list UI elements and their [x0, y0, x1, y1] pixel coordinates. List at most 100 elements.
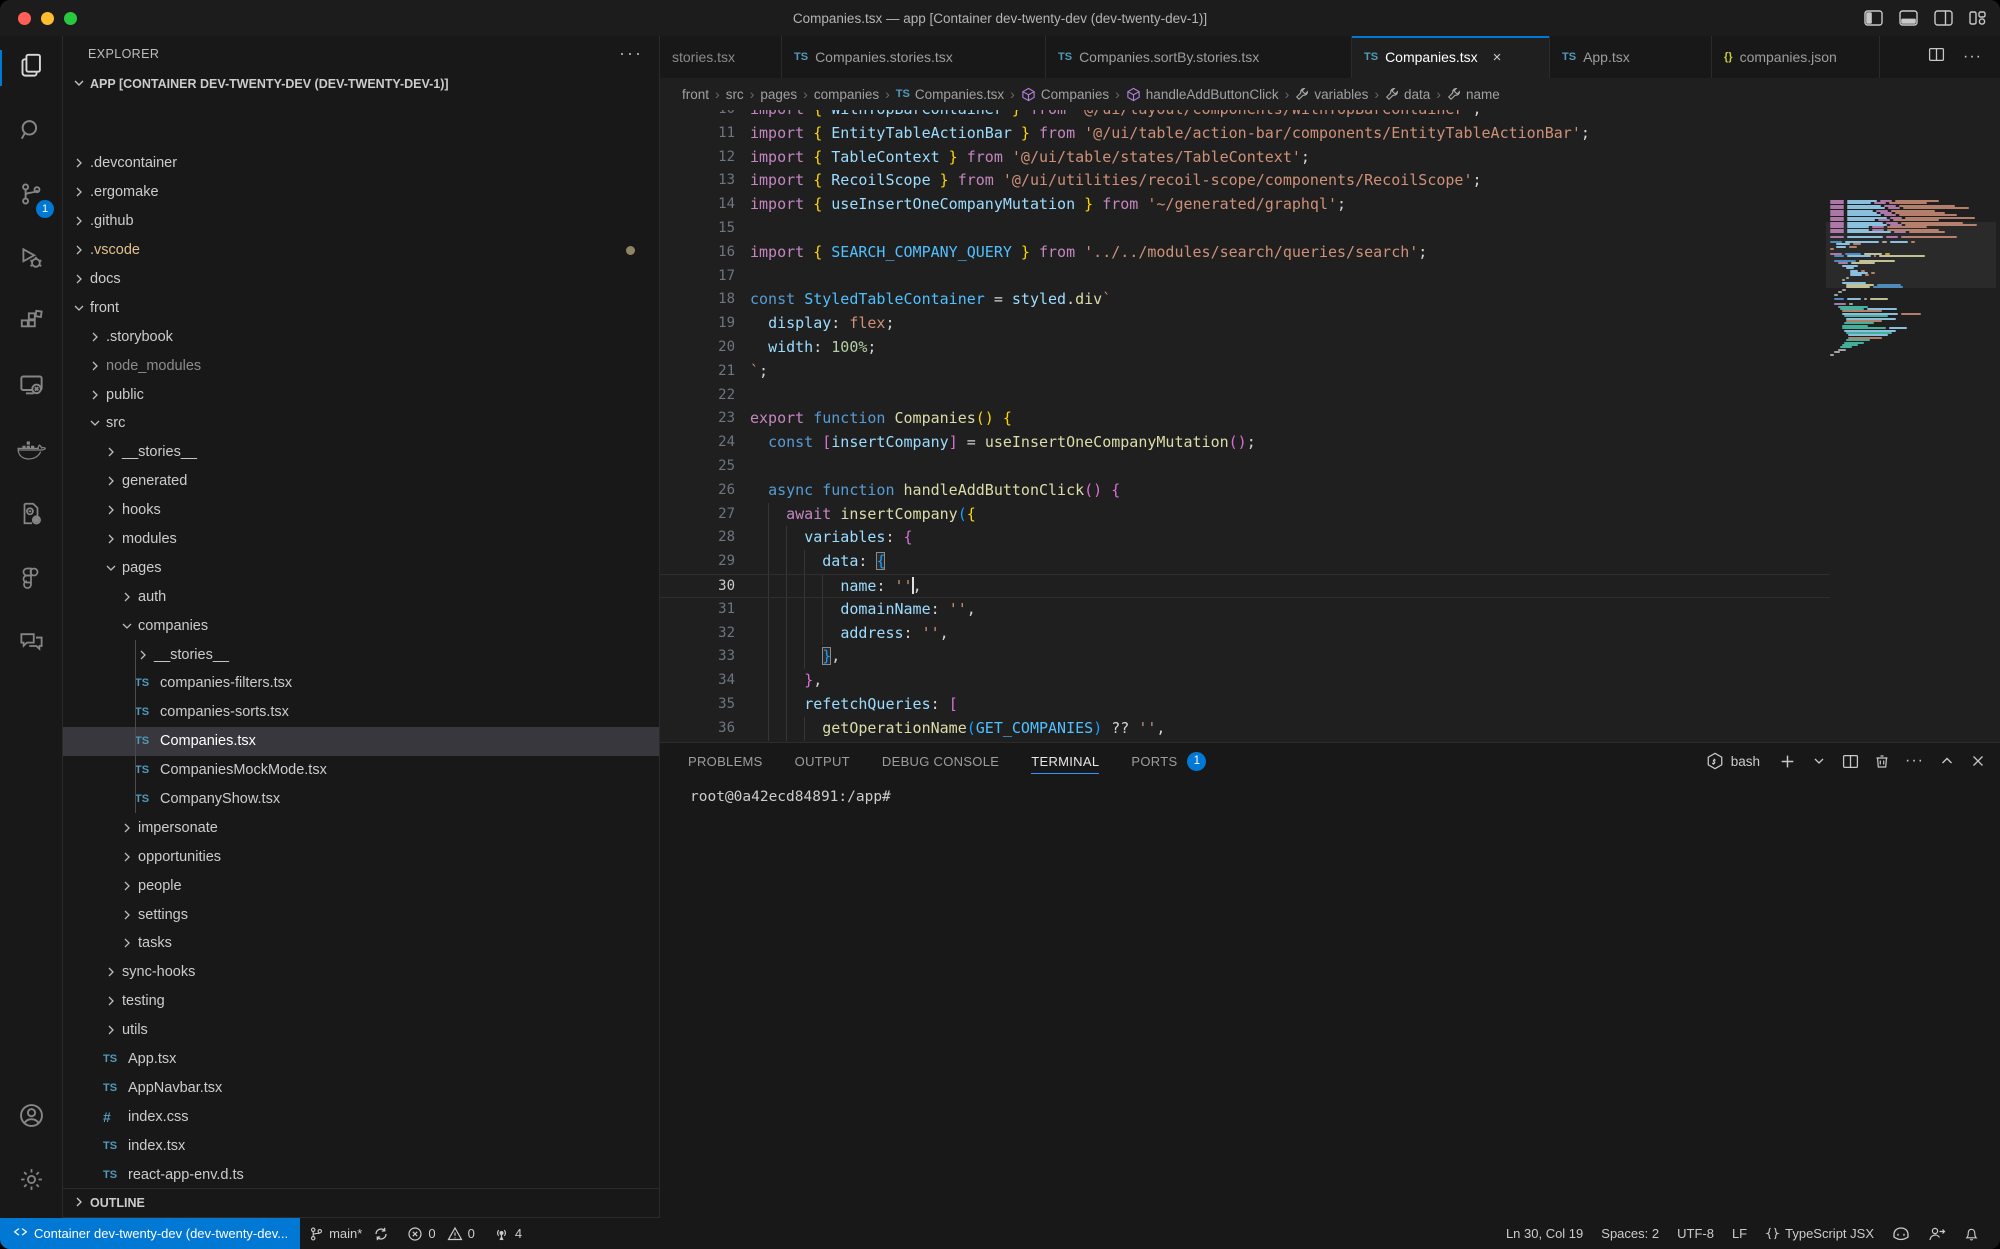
tree-item-react-app-env.d.ts[interactable]: TSreact-app-env.d.ts: [63, 1160, 659, 1189]
code-line-24[interactable]: 24 const [insertCompany] = useInsertOneC…: [660, 431, 1830, 455]
code-line-25[interactable]: 25: [660, 455, 1830, 479]
tree-item-utils[interactable]: utils: [63, 1016, 659, 1045]
breadcrumb-companies.tsx[interactable]: TSCompanies.tsx: [896, 87, 1004, 102]
panel-tab-problems[interactable]: PROBLEMS: [688, 743, 763, 779]
tree-item-docs[interactable]: docs: [63, 265, 659, 294]
tree-item--stories-[interactable]: __stories__: [63, 438, 659, 467]
panel-tab-output[interactable]: OUTPUT: [795, 743, 850, 779]
activity-figma[interactable]: [0, 548, 62, 612]
toggle-sidebar-icon[interactable]: [1864, 10, 1883, 26]
minimap[interactable]: [1830, 110, 1986, 742]
eol-status[interactable]: LF: [1723, 1218, 1756, 1249]
tree-item-.devcontainer[interactable]: .devcontainer: [63, 149, 659, 178]
tree-item-companies[interactable]: companies: [63, 611, 659, 640]
sync-icon[interactable]: [373, 1226, 389, 1242]
tree-item-modules[interactable]: modules: [63, 525, 659, 554]
split-editor-icon[interactable]: [1928, 46, 1945, 68]
breadcrumb-src[interactable]: src: [726, 87, 744, 102]
activity-docker[interactable]: [0, 420, 62, 484]
zoom-window-button[interactable]: [64, 12, 77, 25]
tree-item-src[interactable]: src: [63, 409, 659, 438]
tree-item-appnavbar.tsx[interactable]: TSAppNavbar.tsx: [63, 1074, 659, 1103]
forwarded-ports-status[interactable]: 4: [484, 1218, 531, 1249]
code-line-27[interactable]: 27 await insertCompany({: [660, 503, 1830, 527]
language-mode-status[interactable]: TypeScript JSX: [1756, 1218, 1883, 1249]
activity-dev-containers[interactable]: [0, 484, 62, 548]
panel-more-actions-icon[interactable]: ···: [1905, 752, 1924, 770]
code-line-23[interactable]: 23export function Companies() {: [660, 407, 1830, 431]
code-line-19[interactable]: 19 display: flex;: [660, 312, 1830, 336]
tree-item-.ergomake[interactable]: .ergomake: [63, 178, 659, 207]
breadcrumb-front[interactable]: front: [682, 87, 709, 102]
toggle-panel-icon[interactable]: [1899, 10, 1918, 26]
panel-tab-debug-console[interactable]: DEBUG CONSOLE: [882, 743, 999, 779]
tree-item-tasks[interactable]: tasks: [63, 929, 659, 958]
activity-accounts[interactable]: [0, 1086, 62, 1150]
close-panel-icon[interactable]: [1970, 753, 1986, 769]
remote-indicator[interactable]: Container dev-twenty-dev (dev-twenty-dev…: [0, 1218, 300, 1249]
tree-item-companiesmockmode.tsx[interactable]: TSCompaniesMockMode.tsx: [63, 756, 659, 785]
activity-search[interactable]: [0, 100, 62, 164]
copilot-status[interactable]: [1883, 1218, 1919, 1249]
terminal-output[interactable]: root@0a42ecd84891:/app#: [660, 779, 2000, 1218]
section-outline[interactable]: OUTLINE: [63, 1188, 659, 1217]
code-line-35[interactable]: 35 refetchQueries: [: [660, 693, 1830, 717]
code-line-21[interactable]: 21`;: [660, 360, 1830, 384]
new-terminal-icon[interactable]: [1779, 753, 1796, 770]
tree-item-settings[interactable]: settings: [63, 900, 659, 929]
tree-item-.github[interactable]: .github: [63, 207, 659, 236]
code-line-14[interactable]: 14import { useInsertOneCompanyMutation }…: [660, 193, 1830, 217]
tab-stories.tsx[interactable]: stories.tsx: [660, 36, 782, 78]
code-line-17[interactable]: 17: [660, 265, 1830, 289]
panel-tab-ports[interactable]: PORTS1: [1131, 743, 1206, 779]
activity-comments[interactable]: [0, 612, 62, 676]
git-branch-status[interactable]: main*: [300, 1218, 398, 1249]
terminal-shell-selector[interactable]: bash: [1706, 752, 1760, 770]
breadcrumb-data[interactable]: data: [1385, 87, 1430, 102]
toggle-secondary-sidebar-icon[interactable]: [1934, 10, 1953, 26]
line-col-status[interactable]: Ln 30, Col 19: [1497, 1218, 1592, 1249]
code-line-34[interactable]: 34 },: [660, 669, 1830, 693]
code-line-12[interactable]: 12import { TableContext } from '@/ui/tab…: [660, 146, 1830, 170]
tree-item-generated[interactable]: generated: [63, 467, 659, 496]
code-line-15[interactable]: 15: [660, 217, 1830, 241]
tree-item-companies-sorts.tsx[interactable]: TScompanies-sorts.tsx: [63, 698, 659, 727]
close-window-button[interactable]: [18, 12, 31, 25]
code-line-20[interactable]: 20 width: 100%;: [660, 336, 1830, 360]
explorer-more-actions-icon[interactable]: ···: [619, 43, 643, 64]
breadcrumb-handleaddbuttonclick[interactable]: handleAddButtonClick: [1126, 87, 1279, 102]
tab-app.tsx[interactable]: TSApp.tsx: [1550, 36, 1712, 78]
tree-item-testing[interactable]: testing: [63, 987, 659, 1016]
tree-item-index.tsx[interactable]: TSindex.tsx: [63, 1131, 659, 1160]
tree-item-hooks[interactable]: hooks: [63, 496, 659, 525]
tree-item-front[interactable]: front: [63, 293, 659, 322]
code-line-13[interactable]: 13import { RecoilScope } from '@/ui/util…: [660, 169, 1830, 193]
code-line-22[interactable]: 22: [660, 384, 1830, 408]
notifications-bell-status[interactable]: [1955, 1218, 1988, 1249]
tree-item-.vscode[interactable]: .vscode: [63, 236, 659, 265]
code-line-18[interactable]: 18const StyledTableContainer = styled.di…: [660, 288, 1830, 312]
split-terminal-icon[interactable]: [1842, 753, 1859, 770]
maximize-panel-icon[interactable]: [1939, 753, 1955, 769]
tab-companies.sortby.stories.tsx[interactable]: TSCompanies.sortBy.stories.tsx: [1046, 36, 1352, 78]
panel-tab-terminal[interactable]: TERMINAL: [1031, 743, 1099, 779]
activity-explorer[interactable]: [0, 36, 62, 100]
tree-item-impersonate[interactable]: impersonate: [63, 813, 659, 842]
activity-remote-explorer[interactable]: [0, 356, 62, 420]
activity-settings[interactable]: [0, 1150, 62, 1214]
workspace-section-header[interactable]: APP [CONTAINER DEV-TWENTY-DEV (DEV-TWENT…: [63, 71, 659, 97]
kill-terminal-icon[interactable]: [1874, 753, 1890, 770]
tree-item-node-modules[interactable]: node_modules: [63, 351, 659, 380]
activity-run-debug[interactable]: [0, 228, 62, 292]
tree-item-opportunities[interactable]: opportunities: [63, 842, 659, 871]
tab-companies.tsx[interactable]: TSCompanies.tsx×: [1352, 36, 1550, 78]
code-line-33[interactable]: 33 },: [660, 645, 1830, 669]
code-line-11[interactable]: 11import { EntityTableActionBar } from '…: [660, 122, 1830, 146]
feedback-status[interactable]: [1919, 1218, 1955, 1249]
tree-item-companyshow.tsx[interactable]: TSCompanyShow.tsx: [63, 785, 659, 814]
close-tab-icon[interactable]: ×: [1493, 49, 1502, 66]
customize-layout-icon[interactable]: [1969, 10, 1986, 26]
tree-item-auth[interactable]: auth: [63, 582, 659, 611]
tree-item-app.tsx[interactable]: TSApp.tsx: [63, 1045, 659, 1074]
tree-item-people[interactable]: people: [63, 871, 659, 900]
